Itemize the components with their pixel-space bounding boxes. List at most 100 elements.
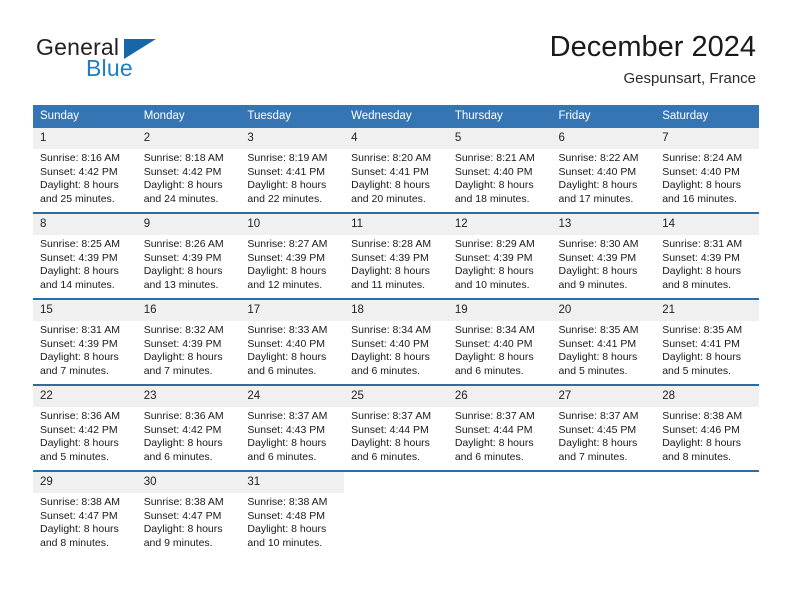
day-number: 5: [447, 128, 552, 149]
calendar-day-cell[interactable]: 15 Sunrise: 8:31 AM Sunset: 4:39 PM Dayligh…: [33, 298, 137, 385]
calendar-day-cell[interactable]: 8 Sunrise: 8:25 AM Sunset: 4:39 PM Daylight…: [33, 212, 137, 299]
calendar-day-cell[interactable]: 31 Sunrise: 8:38 AM Sunset: 4:48 PM Dayligh…: [240, 470, 345, 556]
day-cell-inner: 3 Sunrise: 8:19 AM Sunset: 4:41 PM Daylight…: [240, 128, 345, 212]
day-details: Sunrise: 8:38 AM Sunset: 4:47 PM Daylight:…: [33, 493, 137, 550]
calendar-week-row: 29 Sunrise: 8:38 AM Sunset: 4:47 PM Dayligh…: [33, 470, 759, 556]
day-detail-sunset: Sunset: 4:42 PM: [143, 165, 222, 178]
day-details: Sunrise: 8:25 AM Sunset: 4:39 PM Daylight:…: [33, 235, 137, 292]
day-cell-inner: 4 Sunrise: 8:20 AM Sunset: 4:41 PM Daylight…: [344, 128, 448, 212]
calendar-day-cell[interactable]: 2 Sunrise: 8:18 AM Sunset: 4:42 PM Daylight…: [136, 128, 241, 213]
day-details: Sunrise: 8:29 AM Sunset: 4:39 PM Daylight:…: [448, 235, 552, 292]
day-detail-daylight-line2: and 5 minutes.: [662, 364, 732, 377]
calendar-day-cell[interactable]: 19 Sunrise: 8:34 AM Sunset: 4:40 PM Dayligh…: [447, 298, 552, 385]
calendar-day-cell[interactable]: 12 Sunrise: 8:29 AM Sunset: 4:39 PM Dayligh…: [447, 212, 552, 299]
day-number: 4: [344, 128, 448, 149]
day-cell-inner: [447, 472, 552, 556]
calendar-day-cell[interactable]: 9 Sunrise: 8:26 AM Sunset: 4:39 PM Daylight…: [136, 212, 241, 299]
day-detail-sunset: Sunset: 4:42 PM: [40, 165, 118, 178]
day-details: [448, 480, 552, 483]
day-detail-sunset: Sunset: 4:47 PM: [40, 509, 118, 522]
calendar-day-cell[interactable]: 7 Sunrise: 8:24 AM Sunset: 4:40 PM Daylight…: [655, 128, 759, 213]
day-detail-daylight-line1: Daylight: 8 hours: [454, 265, 534, 278]
calendar-page: General Blue December 2024 Gespunsart, F…: [0, 0, 792, 612]
day-cell-inner: 12 Sunrise: 8:29 AM Sunset: 4:39 PM Dayligh…: [447, 214, 552, 298]
day-cell-inner: 15 Sunrise: 8:31 AM Sunset: 4:39 PM Dayligh…: [33, 300, 137, 384]
calendar-day-cell[interactable]: 23 Sunrise: 8:36 AM Sunset: 4:42 PM Dayligh…: [136, 384, 241, 471]
day-detail-sunrise: Sunrise: 8:38 AM: [247, 496, 328, 508]
calendar-day-cell[interactable]: 24 Sunrise: 8:37 AM Sunset: 4:43 PM Dayligh…: [240, 384, 345, 471]
day-detail-sunset: Sunset: 4:44 PM: [454, 423, 533, 436]
day-detail-sunrise: Sunrise: 8:16 AM: [40, 152, 120, 164]
day-detail-sunrise: Sunrise: 8:31 AM: [40, 324, 120, 336]
day-details: Sunrise: 8:38 AM Sunset: 4:48 PM Daylight:…: [240, 493, 344, 550]
calendar-header-row: Sunday Monday Tuesday Wednesday Thursday…: [33, 105, 759, 128]
day-detail-daylight-line1: Daylight: 8 hours: [40, 523, 119, 536]
calendar-day-cell[interactable]: 3 Sunrise: 8:19 AM Sunset: 4:41 PM Daylight…: [240, 128, 345, 213]
day-detail-sunrise: Sunrise: 8:38 AM: [662, 410, 743, 422]
calendar-day-cell[interactable]: 17 Sunrise: 8:33 AM Sunset: 4:40 PM Dayligh…: [240, 298, 345, 385]
calendar-day-cell[interactable]: 11 Sunrise: 8:28 AM Sunset: 4:39 PM Dayligh…: [344, 212, 448, 299]
day-details: Sunrise: 8:37 AM Sunset: 4:43 PM Daylight:…: [240, 407, 344, 464]
day-detail-sunrise: Sunrise: 8:37 AM: [558, 410, 639, 422]
day-details: Sunrise: 8:36 AM Sunset: 4:42 PM Daylight:…: [137, 407, 241, 464]
calendar-day-cell[interactable]: 6 Sunrise: 8:22 AM Sunset: 4:40 PM Daylight…: [551, 128, 656, 213]
day-number: [655, 472, 759, 480]
day-cell-inner: 16 Sunrise: 8:32 AM Sunset: 4:39 PM Dayligh…: [136, 300, 241, 384]
day-detail-daylight-line2: and 13 minutes.: [143, 278, 219, 291]
day-number: 31: [240, 472, 345, 493]
calendar-day-cell[interactable]: 1 Sunrise: 8:16 AM Sunset: 4:42 PM Daylight…: [33, 128, 137, 213]
day-number: 28: [655, 386, 759, 407]
day-details: Sunrise: 8:34 AM Sunset: 4:40 PM Daylight:…: [448, 321, 552, 378]
calendar-day-cell[interactable]: 29 Sunrise: 8:38 AM Sunset: 4:47 PM Dayligh…: [33, 470, 137, 556]
day-detail-daylight-line1: Daylight: 8 hours: [143, 265, 223, 278]
day-detail-daylight-line1: Daylight: 8 hours: [351, 437, 430, 450]
calendar-day-cell[interactable]: 28 Sunrise: 8:38 AM Sunset: 4:46 PM Dayligh…: [655, 384, 759, 471]
day-number: 10: [240, 214, 345, 235]
day-details: Sunrise: 8:22 AM Sunset: 4:40 PM Daylight:…: [552, 149, 656, 206]
day-detail-daylight-line2: and 16 minutes.: [662, 192, 737, 205]
calendar-day-cell[interactable]: 10 Sunrise: 8:27 AM Sunset: 4:39 PM Dayligh…: [240, 212, 345, 299]
calendar-day-cell[interactable]: 18 Sunrise: 8:34 AM Sunset: 4:40 PM Dayligh…: [344, 298, 448, 385]
day-number: 24: [240, 386, 345, 407]
calendar-day-cell[interactable]: 16 Sunrise: 8:32 AM Sunset: 4:39 PM Dayligh…: [136, 298, 241, 385]
generalblue-logo: General Blue: [36, 34, 216, 90]
day-cell-inner: 7 Sunrise: 8:24 AM Sunset: 4:40 PM Daylight…: [655, 128, 759, 212]
calendar-day-cell[interactable]: 22 Sunrise: 8:36 AM Sunset: 4:42 PM Dayligh…: [33, 384, 137, 471]
calendar-day-cell[interactable]: 27 Sunrise: 8:37 AM Sunset: 4:45 PM Dayligh…: [551, 384, 656, 471]
day-detail-sunrise: Sunrise: 8:33 AM: [247, 324, 328, 336]
calendar-day-cell[interactable]: 5 Sunrise: 8:21 AM Sunset: 4:40 PM Daylight…: [447, 128, 552, 213]
day-detail-daylight-line2: and 6 minutes.: [247, 364, 317, 377]
calendar-day-cell[interactable]: 25 Sunrise: 8:37 AM Sunset: 4:44 PM Dayligh…: [344, 384, 448, 471]
calendar-day-cell[interactable]: 20 Sunrise: 8:35 AM Sunset: 4:41 PM Dayligh…: [551, 298, 656, 385]
calendar-day-cell[interactable]: 13 Sunrise: 8:30 AM Sunset: 4:39 PM Dayligh…: [551, 212, 656, 299]
calendar-day-cell[interactable]: 21 Sunrise: 8:35 AM Sunset: 4:41 PM Dayligh…: [655, 298, 759, 385]
day-detail-daylight-line2: and 9 minutes.: [558, 278, 628, 291]
day-detail-sunrise: Sunrise: 8:36 AM: [143, 410, 224, 422]
weekday-header-saturday: Saturday: [655, 105, 759, 128]
calendar-day-cell[interactable]: 14 Sunrise: 8:31 AM Sunset: 4:39 PM Dayligh…: [655, 212, 759, 299]
calendar-week-row: 8 Sunrise: 8:25 AM Sunset: 4:39 PM Daylight…: [33, 212, 759, 299]
day-detail-sunset: Sunset: 4:46 PM: [662, 423, 740, 436]
weekday-header-monday: Monday: [136, 105, 241, 128]
day-number: 6: [551, 128, 656, 149]
day-detail-sunrise: Sunrise: 8:34 AM: [454, 324, 535, 336]
day-details: Sunrise: 8:35 AM Sunset: 4:41 PM Daylight:…: [655, 321, 759, 378]
day-details: Sunrise: 8:24 AM Sunset: 4:40 PM Daylight:…: [655, 149, 759, 206]
day-detail-sunrise: Sunrise: 8:38 AM: [143, 496, 224, 508]
day-cell-inner: 21 Sunrise: 8:35 AM Sunset: 4:41 PM Dayligh…: [655, 300, 759, 384]
day-detail-daylight-line2: and 20 minutes.: [351, 192, 426, 205]
calendar-day-cell[interactable]: 4 Sunrise: 8:20 AM Sunset: 4:41 PM Daylight…: [344, 128, 448, 213]
day-number: 19: [447, 300, 552, 321]
day-detail-sunrise: Sunrise: 8:29 AM: [454, 238, 535, 250]
day-detail-sunset: Sunset: 4:39 PM: [558, 251, 637, 264]
day-cell-inner: 5 Sunrise: 8:21 AM Sunset: 4:40 PM Daylight…: [447, 128, 552, 212]
day-details: Sunrise: 8:37 AM Sunset: 4:44 PM Daylight:…: [448, 407, 552, 464]
day-detail-sunset: Sunset: 4:39 PM: [662, 251, 740, 264]
day-detail-daylight-line1: Daylight: 8 hours: [662, 351, 742, 364]
calendar-day-cell[interactable]: 26 Sunrise: 8:37 AM Sunset: 4:44 PM Dayligh…: [447, 384, 552, 471]
day-number: [551, 472, 656, 480]
day-details: Sunrise: 8:35 AM Sunset: 4:41 PM Daylight:…: [552, 321, 656, 378]
calendar-day-cell[interactable]: 30 Sunrise: 8:38 AM Sunset: 4:47 PM Dayligh…: [136, 470, 241, 556]
day-number: 17: [240, 300, 345, 321]
day-number: 27: [551, 386, 656, 407]
